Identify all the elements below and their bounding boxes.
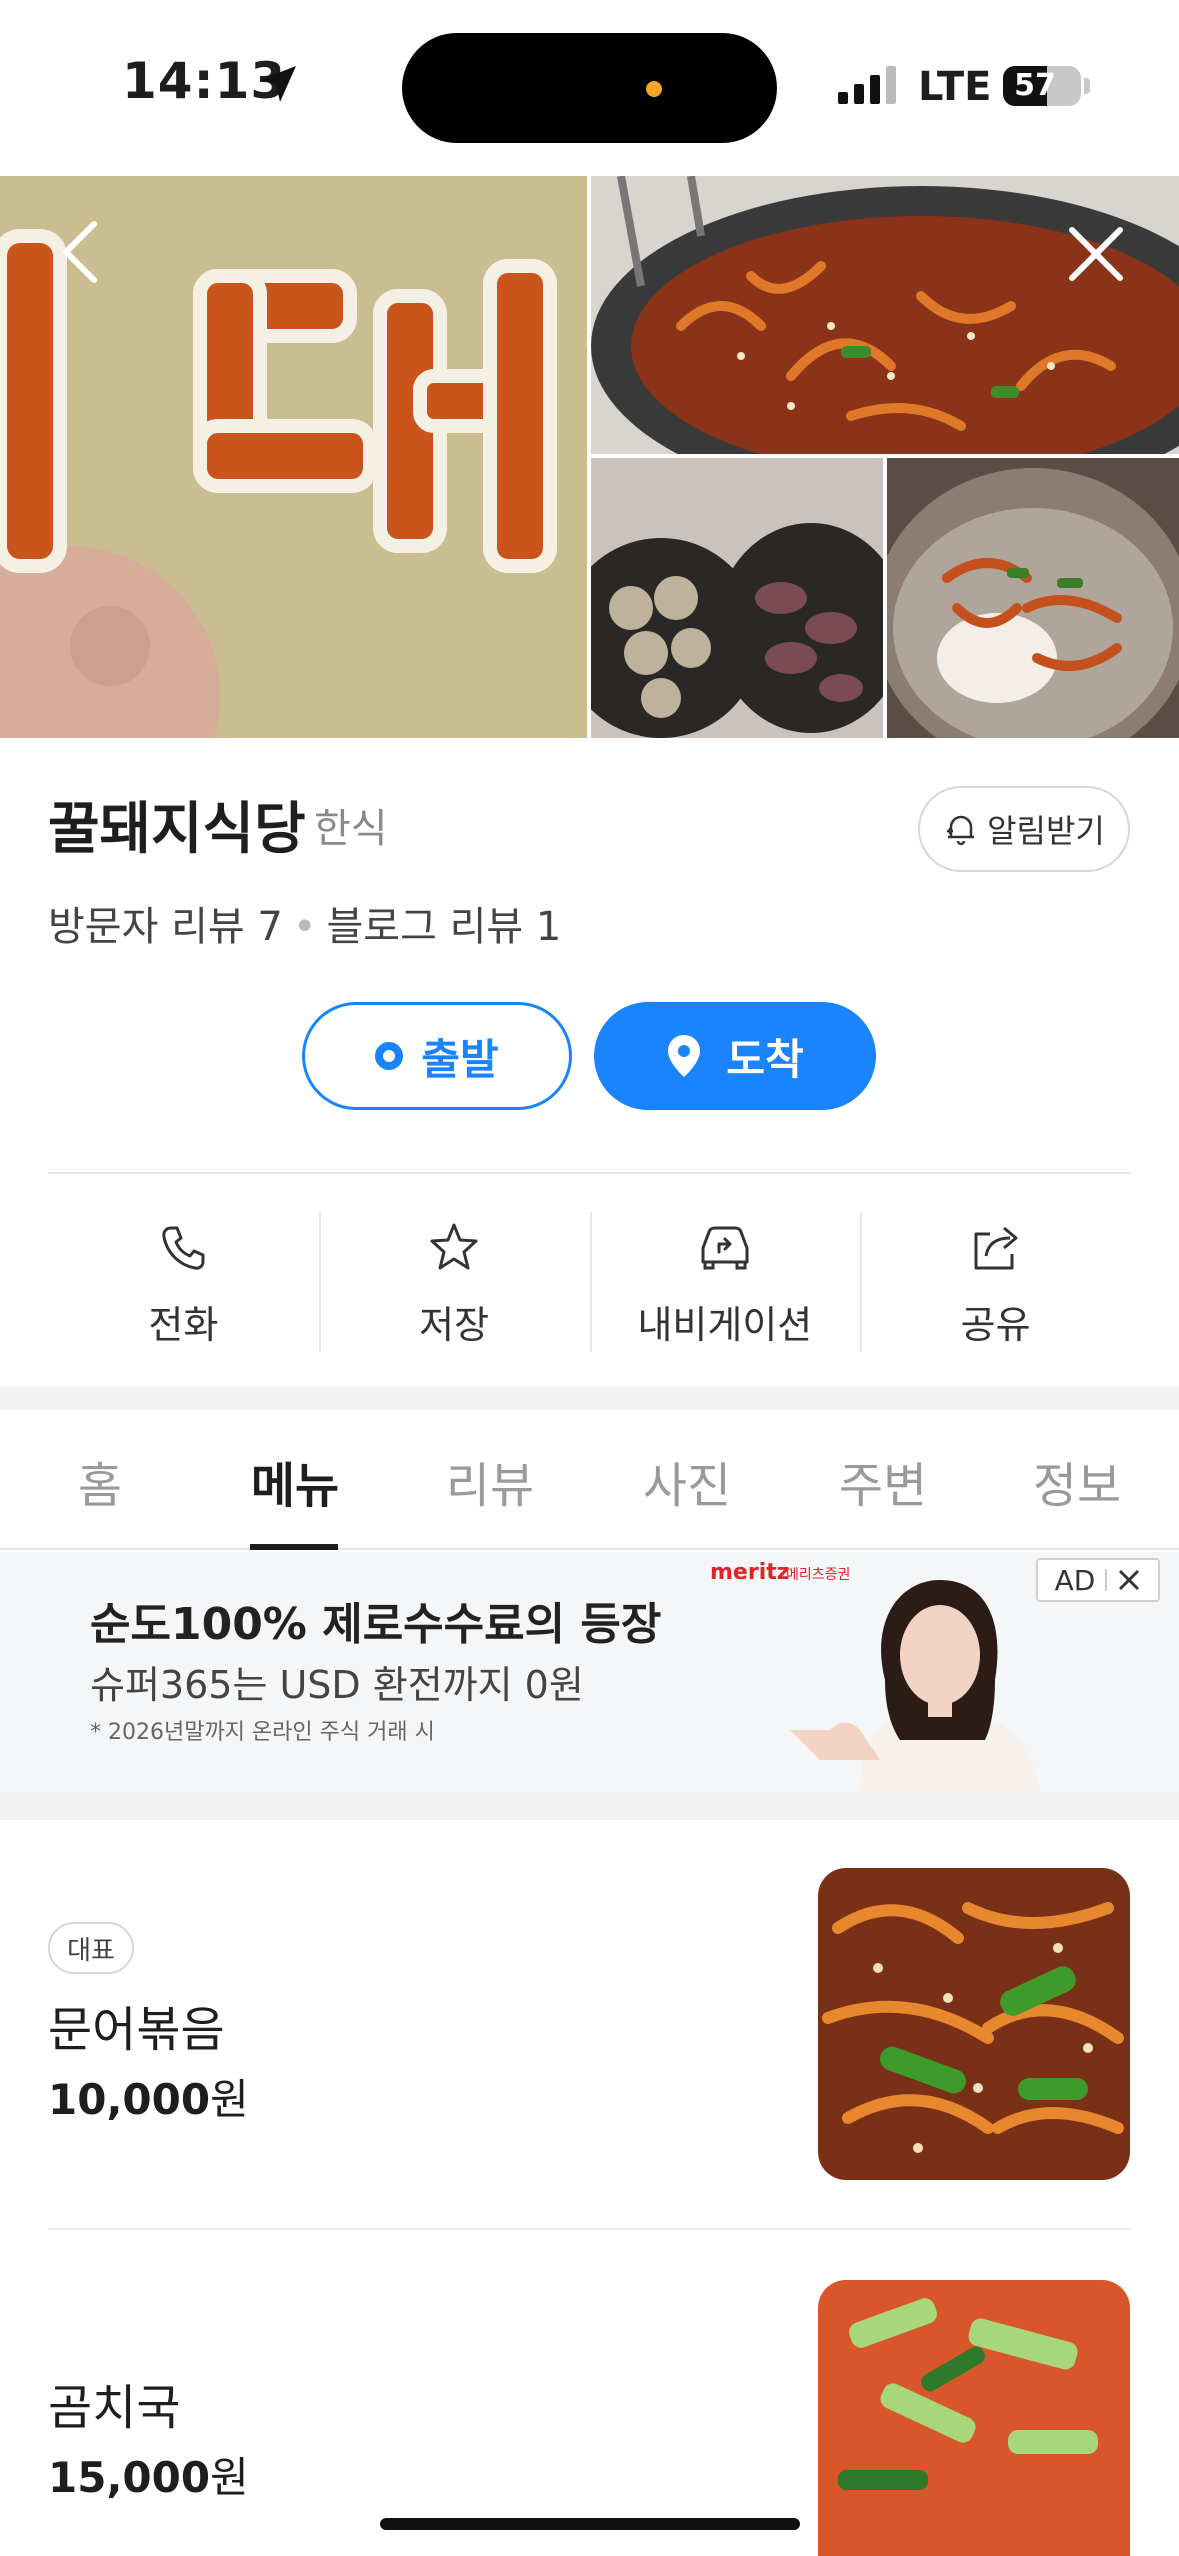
close-icon[interactable]	[1068, 226, 1124, 282]
ad-model-image	[790, 1580, 1040, 1792]
map-pin-icon	[668, 1035, 701, 1077]
location-arrow-icon	[260, 66, 296, 102]
tab-info[interactable]: 정보	[1012, 1446, 1142, 1516]
food-image	[818, 2280, 1130, 2556]
menu-item-photo[interactable]	[818, 2280, 1130, 2556]
notify-button[interactable]: 알림받기	[918, 786, 1130, 872]
network-type: LTE	[918, 64, 992, 110]
battery-cap	[1084, 78, 1090, 94]
notify-label: 알림받기	[987, 812, 1105, 850]
battery-icon: 57	[1003, 66, 1081, 106]
tab-reviews[interactable]: 리뷰	[425, 1446, 555, 1516]
back-chevron-icon[interactable]	[58, 220, 106, 284]
share-icon	[974, 1226, 1018, 1270]
menu-item-price: 15,000원	[48, 2444, 249, 2505]
dynamic-island	[402, 33, 777, 143]
home-indicator[interactable]	[380, 2518, 800, 2530]
place-category: 한식	[314, 806, 388, 852]
place-name: 꿀돼지식당	[48, 797, 306, 862]
ad-headline: 순도100% 제로수수료의 등장	[90, 1599, 662, 1650]
menu-item-photo[interactable]	[818, 1868, 1130, 2180]
photo-rice-bowl[interactable]	[887, 458, 1179, 738]
price-currency: 원	[210, 2453, 249, 2502]
ad-footnote: * 2026년말까지 온라인 주식 거래 시	[90, 1720, 435, 1745]
badge-divider	[1105, 1569, 1108, 1591]
visitor-reviews-link[interactable]: 방문자 리뷰 7	[48, 904, 283, 950]
close-icon[interactable]	[1117, 1568, 1141, 1592]
section-separator	[0, 1792, 1179, 1820]
divider	[48, 2228, 1131, 2230]
action-label: 저장	[419, 1303, 490, 1347]
action-call[interactable]: 전화	[48, 1206, 319, 1354]
action-share[interactable]: 공유	[860, 1206, 1131, 1354]
food-image	[818, 1868, 1130, 2180]
star-icon	[430, 1223, 478, 1270]
photo-gallery[interactable]	[0, 176, 1179, 738]
price-value: 10,000	[48, 2075, 211, 2124]
ad-brand: meritz	[710, 1560, 790, 1585]
photo-squid-stirfry[interactable]	[591, 176, 1179, 454]
car-navigation-icon	[701, 1226, 749, 1270]
photo-snails-squid[interactable]	[591, 458, 883, 738]
ad-subline: 슈퍼365는 USD 환전까지 0원	[90, 1663, 584, 1707]
menu-item-price: 10,000원	[48, 2066, 249, 2127]
depart-label: 출발	[421, 1034, 499, 1084]
depart-button[interactable]: 출발	[302, 1002, 572, 1110]
ad-brand-sub: 메리츠증권	[786, 1567, 851, 1583]
review-summary: 방문자 리뷰 7 • 블로그 리뷰 1	[48, 894, 561, 952]
recording-dot-icon	[646, 81, 662, 97]
blog-reviews-link[interactable]: 블로그 리뷰 1	[326, 904, 561, 950]
review-separator: •	[292, 904, 317, 950]
bell-plus-icon	[947, 815, 975, 846]
food-image	[591, 176, 1179, 454]
signature-badge: 대표	[48, 1922, 134, 1974]
action-label: 내비게이션	[637, 1303, 813, 1347]
status-bar: 14:13 LTE 57	[0, 0, 1179, 176]
menu-item-name[interactable]: 문어볶음	[48, 1990, 225, 2060]
price-currency: 원	[210, 2075, 249, 2124]
action-label: 공유	[960, 1303, 1031, 1347]
tab-nearby[interactable]: 주변	[818, 1446, 948, 1516]
action-navigation[interactable]: 내비게이션	[589, 1206, 861, 1354]
phone-icon	[162, 1226, 205, 1270]
ad-label: AD	[1054, 1563, 1096, 1597]
tab-menu[interactable]: 메뉴	[230, 1446, 360, 1516]
price-value: 15,000	[48, 2453, 211, 2502]
tab-home[interactable]: 홈	[50, 1446, 150, 1516]
section-separator	[0, 1386, 1179, 1410]
tab-photos[interactable]: 사진	[622, 1446, 752, 1516]
cellular-signal-icon	[838, 66, 896, 104]
ad-badge[interactable]: AD	[1036, 1558, 1160, 1602]
origin-dot-icon	[375, 1042, 404, 1070]
divider	[48, 1172, 1131, 1174]
menu-item-name[interactable]: 곰치국	[48, 2368, 180, 2438]
action-save[interactable]: 저장	[318, 1206, 590, 1354]
tab-bar: 홈 메뉴 리뷰 사진 주변 정보	[0, 1410, 1179, 1550]
arrive-button[interactable]: 도착	[594, 1002, 876, 1110]
food-image	[887, 458, 1179, 738]
battery-level: 57	[1014, 68, 1056, 103]
quick-actions: 전화 저장 내비게이션 공유	[48, 1206, 1131, 1354]
active-tab-indicator	[250, 1544, 338, 1550]
arrive-label: 도착	[726, 1034, 804, 1084]
ad-banner[interactable]: 순도100% 제로수수료의 등장 슈퍼365는 USD 환전까지 0원 * 20…	[0, 1552, 1179, 1792]
food-image	[591, 458, 883, 738]
action-label: 전화	[148, 1303, 219, 1347]
